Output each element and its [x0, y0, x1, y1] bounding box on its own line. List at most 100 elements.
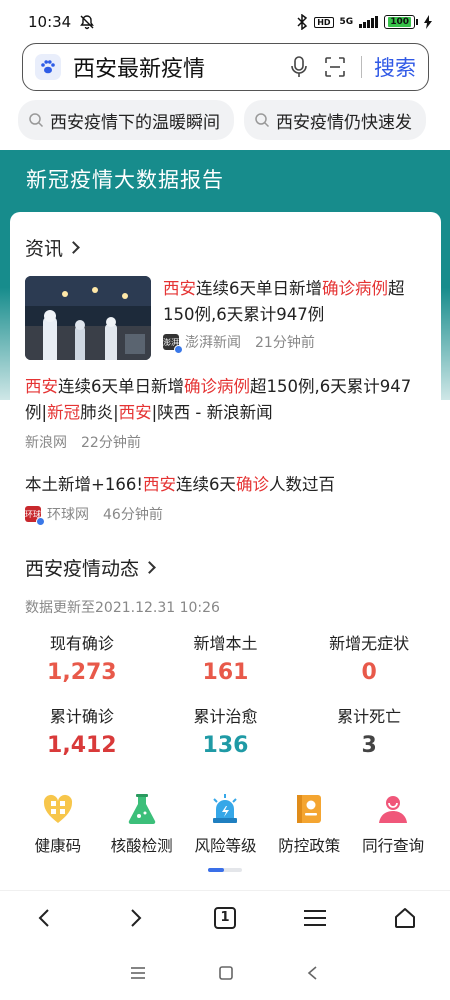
tool-health-code[interactable]: 健康码 [18, 792, 98, 856]
chevron-right-icon [67, 241, 80, 254]
page-indicator [208, 868, 242, 872]
recent-apps-icon[interactable] [130, 966, 146, 980]
news-meta: 新浪网 22分钟前 [25, 432, 425, 452]
chevron-left-icon [38, 908, 49, 927]
suggestion-chip[interactable]: 西安疫情仍快速发 [244, 100, 426, 140]
notification-muted-icon [80, 15, 95, 30]
news-source: 澎湃新闻 [185, 335, 241, 351]
system-home-icon[interactable] [218, 965, 234, 981]
news-time: 46分钟前 [103, 507, 163, 523]
news-title-highlight: 确诊病例 [184, 377, 250, 396]
news-source: 新浪网 [25, 435, 67, 451]
alarm-light-icon [207, 792, 243, 826]
news-title-highlight: 西安 [163, 279, 196, 298]
dynamics-heading[interactable]: 西安疫情动态 [25, 554, 156, 581]
news-time: 21分钟前 [255, 335, 315, 351]
suggestion-chip[interactable]: 西安疫情下的温暖瞬间 [18, 100, 234, 140]
news-title-text: 本土新增+166! [25, 475, 143, 494]
status-bar: 10:34 HD 5G 100 [0, 0, 450, 44]
search-icon [29, 113, 44, 128]
browser-toolbar: 1 [0, 890, 450, 944]
news-title[interactable]: 西安连续6天单日新增确诊病例超150例,6天累计947例 [163, 276, 425, 328]
news-source: 环球网 [47, 507, 89, 523]
news-item[interactable]: 本土新增+166!西安连续6天确诊人数过百 环球 环球网 46分钟前 [25, 472, 425, 526]
tool-label: 同行查询 [362, 837, 425, 855]
microphone-icon[interactable] [285, 53, 313, 81]
system-back-icon[interactable] [306, 965, 320, 981]
report-banner-title[interactable]: 新冠疫情大数据报告 [26, 164, 224, 194]
news-heading-label: 资讯 [25, 238, 64, 260]
stat-total-deaths[interactable]: 累计死亡 3 [297, 703, 441, 758]
flask-icon [124, 792, 160, 826]
news-title-highlight: 西安 [118, 403, 152, 422]
chevron-right-icon [143, 561, 156, 574]
stat-label: 累计确诊 [49, 707, 114, 726]
policy-book-icon [291, 792, 327, 826]
thepaper-logo-icon: 澎湃 [163, 334, 183, 354]
news-title-highlight: 西安 [142, 475, 176, 494]
stat-current-confirmed[interactable]: 现有确诊 1,273 [10, 630, 154, 685]
news-title-highlight: 新冠 [47, 403, 81, 422]
news-heading[interactable]: 资讯 [25, 234, 80, 261]
system-nav-bar [0, 948, 450, 998]
news-title-highlight: 西安 [25, 377, 58, 396]
news-title-highlight: 确诊病例 [322, 279, 388, 298]
news-title-text: |陕西 - 新浪新闻 [151, 403, 273, 422]
tool-risk-level[interactable]: 风险等级 [185, 792, 265, 856]
stat-value: 136 [202, 733, 249, 758]
tab-count: 1 [214, 906, 236, 929]
stat-new-local[interactable]: 新增本土 161 [154, 630, 298, 685]
hamburger-menu-icon [304, 909, 326, 926]
charging-icon [424, 15, 432, 29]
home-button[interactable] [383, 896, 427, 940]
search-divider [361, 56, 362, 78]
battery-icon: 100 [384, 15, 418, 29]
stat-label: 新增本土 [193, 634, 258, 653]
stat-label: 现有确诊 [49, 634, 114, 653]
stat-value: 0 [361, 660, 377, 685]
bluetooth-icon [297, 14, 308, 30]
news-title[interactable]: 西安连续6天单日新增确诊病例超150例,6天累计947例|新冠肺炎|西安|陕西 … [25, 374, 425, 426]
epidemic-card: 资讯 西安连续6天单日新增确诊病例超150例,6天累计947例 澎湃 澎湃新闻 … [10, 212, 441, 892]
stat-total-confirmed[interactable]: 累计确诊 1,412 [10, 703, 154, 758]
news-title[interactable]: 本土新增+166!西安连续6天确诊人数过百 [25, 472, 425, 498]
tool-policy[interactable]: 防控政策 [269, 792, 349, 856]
tool-row: 健康码 核酸检测 风险等级 防控政策 同行查询 [10, 792, 441, 856]
search-button[interactable]: 搜索 [374, 52, 416, 82]
stats-grid: 现有确诊 1,273 新增本土 161 新增无症状 0 累计确诊 1,412 累… [10, 630, 441, 758]
stat-total-cured[interactable]: 累计治愈 136 [154, 703, 298, 758]
news-meta: 环球 环球网 46分钟前 [25, 504, 425, 526]
baidu-paw-icon [35, 54, 61, 80]
tool-nucleic-test[interactable]: 核酸检测 [102, 792, 182, 856]
tool-label: 防控政策 [278, 837, 341, 855]
stat-label: 累计治愈 [193, 707, 258, 726]
news-title-highlight: 确诊 [235, 475, 269, 494]
search-input[interactable]: 西安最新疫情 [73, 51, 285, 83]
tool-peer-search[interactable]: 同行查询 [353, 792, 433, 856]
huanqiu-logo-icon: 环球 [25, 506, 45, 526]
hd-badge: HD [314, 16, 334, 28]
news-thumbnail [25, 276, 151, 360]
tool-label: 健康码 [34, 837, 82, 855]
chevron-right-icon [131, 908, 142, 927]
news-title-text: 连续6天 [175, 475, 236, 494]
search-bar[interactable]: 西安最新疫情 搜索 [22, 43, 429, 91]
stat-label: 累计死亡 [337, 707, 402, 726]
news-item[interactable]: 西安连续6天单日新增确诊病例超150例,6天累计947例 澎湃 澎湃新闻 21分… [25, 276, 425, 360]
scan-icon[interactable] [321, 53, 349, 81]
news-title-text: 连续6天单日新增 [196, 279, 322, 298]
health-code-icon [40, 792, 76, 826]
news-title-text: 人数过百 [268, 475, 335, 494]
stat-value: 1,273 [47, 660, 117, 685]
menu-button[interactable] [293, 896, 337, 940]
stat-value: 1,412 [47, 733, 117, 758]
news-title-text: 连续6天单日新增 [58, 377, 184, 396]
news-item[interactable]: 西安连续6天单日新增确诊病例超150例,6天累计947例|新冠肺炎|西安|陕西 … [25, 374, 425, 452]
signal-icon [359, 16, 379, 28]
back-button[interactable] [23, 896, 67, 940]
stat-new-asymptomatic[interactable]: 新增无症状 0 [297, 630, 441, 685]
battery-level: 100 [388, 17, 411, 27]
forward-button[interactable] [113, 896, 157, 940]
suggestion-row: 西安疫情下的温暖瞬间 西安疫情仍快速发 [18, 100, 426, 140]
tabs-button[interactable]: 1 [203, 896, 247, 940]
